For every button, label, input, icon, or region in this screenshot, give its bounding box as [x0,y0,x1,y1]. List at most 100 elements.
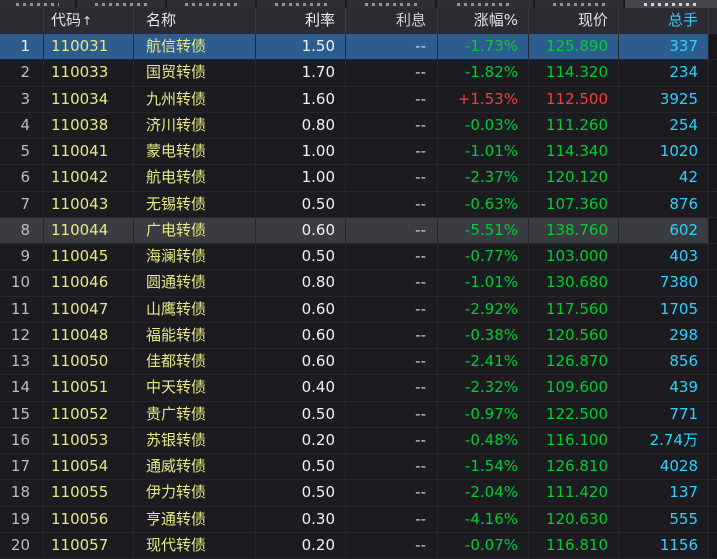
cell-volume: 602 [618,218,708,243]
cell-price: 122.500 [528,402,618,427]
cell-row-number: 12 [0,323,43,348]
top-tab[interactable] [0,0,75,8]
cell-change-percent: -0.48% [437,428,528,453]
cell-price: 138.760 [528,218,618,243]
cell-edge-spacer [708,323,717,348]
cell-price: 126.810 [528,454,618,479]
table-row[interactable]: 5 110041 蒙电转债 1.00 -- -1.01% 114.340 102… [0,139,717,165]
cell-row-number: 16 [0,428,43,453]
cell-edge-spacer [708,165,717,190]
cell-change-percent: -0.07% [437,533,528,558]
table-row[interactable]: 13 110050 佳都转债 0.60 -- -2.41% 126.870 85… [0,349,717,375]
table-row[interactable]: 12 110048 福能转债 0.60 -- -0.38% 120.560 29… [0,323,717,349]
cell-row-number: 13 [0,349,43,374]
cell-name: 无锡转债 [133,192,255,217]
cell-interest: -- [345,218,437,243]
cell-interest: -- [345,270,437,295]
top-tab[interactable] [535,0,623,8]
cell-rate: 0.40 [255,375,345,400]
table-row[interactable]: 15 110052 贵广转债 0.50 -- -0.97% 122.500 77… [0,402,717,428]
cell-edge-spacer [708,428,717,453]
cell-name: 现代转债 [133,533,255,558]
cell-interest: -- [345,375,437,400]
header-change-percent[interactable]: 涨幅% [437,8,528,34]
cell-row-number: 1 [0,34,43,59]
top-tab[interactable] [257,0,345,8]
cell-rate: 0.50 [255,192,345,217]
clipped-tab-label [95,3,146,6]
table-row[interactable]: 9 110045 海澜转债 0.50 -- -0.77% 103.000 403 [0,244,717,270]
top-tab[interactable] [437,0,533,8]
cell-rate: 0.50 [255,454,345,479]
cell-change-percent: +1.53% [437,87,528,112]
table-row[interactable]: 7 110043 无锡转债 0.50 -- -0.63% 107.360 876 [0,192,717,218]
table-row[interactable]: 8 110044 广电转债 0.60 -- -5.51% 138.760 602 [0,218,717,244]
cell-rate: 0.60 [255,323,345,348]
cell-interest: -- [345,533,437,558]
cell-name: 福能转债 [133,323,255,348]
table-row[interactable]: 1 110031 航信转债 1.50 -- -1.73% 125.890 337 [0,34,717,60]
table-row[interactable]: 14 110051 中天转债 0.40 -- -2.32% 109.600 43… [0,375,717,401]
cell-volume: 771 [618,402,708,427]
top-tab[interactable] [77,0,165,8]
top-tab[interactable] [167,0,255,8]
cell-edge-spacer [708,402,717,427]
table-row[interactable]: 6 110042 航电转债 1.00 -- -2.37% 120.120 42 [0,165,717,191]
cell-row-number: 7 [0,192,43,217]
table-row[interactable]: 2 110033 国贸转债 1.70 -- -1.82% 114.320 234 [0,60,717,86]
cell-rate: 0.20 [255,533,345,558]
cell-code: 110051 [43,375,133,400]
table-row[interactable]: 10 110046 圆通转债 0.80 -- -1.01% 130.680 73… [0,270,717,296]
cell-row-number: 15 [0,402,43,427]
table-row[interactable]: 4 110038 济川转债 0.80 -- -0.03% 111.260 254 [0,113,717,139]
header-interest[interactable]: 利息 [345,8,437,34]
cell-change-percent: -2.04% [437,480,528,505]
cell-code: 110041 [43,139,133,164]
cell-rate: 0.30 [255,507,345,532]
cell-edge-spacer [708,349,717,374]
table-row[interactable]: 18 110055 伊力转债 0.50 -- -2.04% 111.420 13… [0,480,717,506]
cell-edge-spacer [708,218,717,243]
cell-edge-spacer [708,87,717,112]
cell-code: 110054 [43,454,133,479]
cell-change-percent: -0.77% [437,244,528,269]
cell-price: 111.420 [528,480,618,505]
cell-code: 110043 [43,192,133,217]
cell-volume: 876 [618,192,708,217]
cell-edge-spacer [708,480,717,505]
cell-code: 110045 [43,244,133,269]
top-tab-active[interactable] [625,0,717,8]
cell-name: 国贸转债 [133,60,255,85]
cell-price: 120.560 [528,323,618,348]
cell-change-percent: -1.01% [437,139,528,164]
header-edge-spacer [708,8,717,34]
cell-edge-spacer [708,34,717,59]
header-volume[interactable]: 总手 [618,8,708,34]
header-rate[interactable]: 利率 [255,8,345,34]
cell-interest: -- [345,192,437,217]
header-price[interactable]: 现价 [528,8,618,34]
cell-interest: -- [345,60,437,85]
clipped-tab-label [644,3,697,6]
table-row[interactable]: 11 110047 山鹰转债 0.60 -- -2.92% 117.560 17… [0,297,717,323]
quote-table-window: 代码↑ 名称 利率 利息 涨幅% 现价 总手 1 110031 航信转债 1.5… [0,0,717,559]
table-row[interactable]: 16 110053 苏银转债 0.20 -- -0.48% 116.100 2.… [0,428,717,454]
cell-row-number: 2 [0,60,43,85]
table-row[interactable]: 19 110056 亨通转债 0.30 -- -4.16% 120.630 55… [0,507,717,533]
top-tab[interactable] [347,0,435,8]
clipped-tab-label [275,3,326,6]
cell-change-percent: -1.54% [437,454,528,479]
cell-interest: -- [345,139,437,164]
cell-volume: 7380 [618,270,708,295]
cell-row-number: 9 [0,244,43,269]
header-name[interactable]: 名称 [133,8,255,34]
header-code[interactable]: 代码↑ [43,8,133,34]
table-row[interactable]: 17 110054 通威转债 0.50 -- -1.54% 126.810 40… [0,454,717,480]
cell-volume: 234 [618,60,708,85]
table-row[interactable]: 20 110057 现代转债 0.20 -- -0.07% 116.810 11… [0,533,717,559]
cell-rate: 0.50 [255,402,345,427]
cell-name: 佳都转债 [133,349,255,374]
table-row[interactable]: 3 110034 九州转债 1.60 -- +1.53% 112.500 392… [0,87,717,113]
cell-volume: 1156 [618,533,708,558]
cell-price: 120.120 [528,165,618,190]
